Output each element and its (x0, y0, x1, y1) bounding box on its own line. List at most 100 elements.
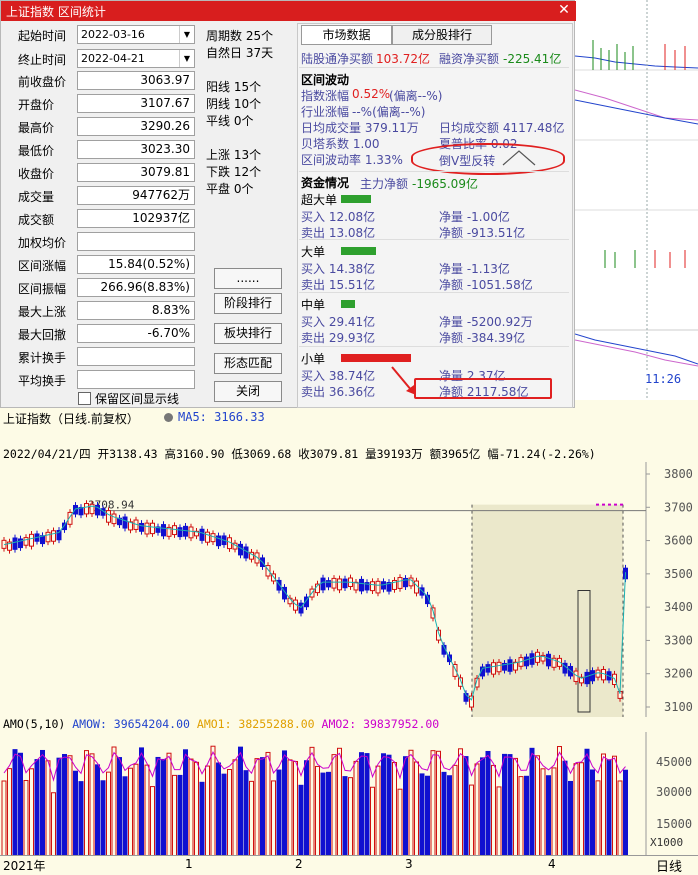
field-value: 3290.26 (77, 117, 195, 136)
candle-body (485, 664, 491, 673)
group-name: 大单 (301, 245, 326, 259)
volume-bar (430, 750, 436, 856)
volume-bar (375, 765, 381, 856)
intraday-panel: 11:26 (574, 0, 698, 400)
candle-body (298, 602, 304, 614)
field-label: 最低价 (18, 144, 55, 158)
volume-bar (111, 746, 117, 856)
y-tick-label: 3300 (664, 633, 693, 647)
volume-bar (513, 757, 518, 856)
month-2: 2 (295, 857, 303, 871)
candle-body (144, 522, 150, 535)
volume-bar (304, 760, 309, 856)
field-value: 15.84(0.52%) (77, 255, 195, 274)
candle-body (469, 695, 474, 708)
volume-chart[interactable]: 45000 30000 15000 (0, 732, 698, 856)
month-1: 1 (185, 857, 193, 871)
volume-bar (23, 780, 29, 856)
volume-bar (161, 758, 166, 856)
kline-chart[interactable]: 380037003600350034003300320031003708.94—… (0, 462, 698, 717)
tab-constituent-rank[interactable]: 成分股排行 (392, 25, 492, 45)
volume-bar (386, 754, 392, 856)
volume-bar (452, 764, 458, 856)
close-icon[interactable]: ✕ (556, 2, 572, 18)
volume-bar (287, 759, 293, 856)
yin-count: 阴线 10个 (206, 97, 262, 111)
tab-market-data[interactable]: 市场数据 (301, 25, 392, 45)
volume-bar (414, 761, 419, 856)
volume-bar (518, 776, 524, 856)
volume-bar (260, 757, 265, 856)
close-button[interactable]: 关闭 (214, 381, 282, 402)
highlight-box (414, 378, 552, 399)
volume-bar (199, 781, 205, 856)
candle-body (507, 659, 513, 672)
toggle-icon[interactable] (164, 413, 173, 422)
field-value: 266.96(8.83%) (77, 278, 195, 297)
candle-body (496, 661, 502, 673)
pattern-match-button[interactable]: 形态匹配 (214, 353, 282, 374)
volume-bar (194, 761, 199, 856)
volume-bar (271, 780, 276, 856)
volume-bar (276, 769, 282, 856)
divider (299, 346, 569, 347)
vol-amow: AMOW: 39654204.00 (72, 717, 190, 731)
index-change-label: 指数涨幅 (301, 89, 350, 103)
range-stats-dialog: 上证指数 区间统计 ✕ 起始时间 2022-03-16 ▼ 终止时间 2022-… (0, 0, 576, 408)
group-name: 小单 (301, 352, 326, 366)
period-label[interactable]: 日线 (656, 856, 682, 875)
chevron-down-icon[interactable]: ▼ (179, 26, 194, 43)
volume-bar (150, 786, 155, 856)
volume-bar (298, 784, 304, 856)
field-value (77, 347, 195, 366)
volume-bar (293, 760, 298, 856)
volume-bar (557, 746, 562, 856)
volume-bar (612, 755, 617, 856)
volume-bar (353, 760, 359, 856)
field-value (77, 232, 195, 251)
volume-bar (397, 788, 403, 856)
volume-bar (447, 775, 452, 856)
period-count: 周期数 25个 (206, 29, 274, 43)
group-name: 中单 (301, 298, 326, 312)
y-tick-label: 3100 (664, 700, 693, 714)
volume-bar (408, 749, 414, 856)
volume-bar (238, 746, 243, 856)
group-sell: 卖出 29.93亿 (301, 331, 376, 345)
volume-bar (183, 749, 188, 856)
stage-rank-button[interactable]: 阶段排行 (214, 293, 282, 314)
end-label: 终止时间 (18, 53, 67, 67)
candle-body (188, 526, 194, 539)
volume-bar (40, 749, 45, 856)
candle-body (84, 503, 89, 515)
sector-rank-button[interactable]: 板块排行 (214, 323, 282, 344)
volume-bar (342, 776, 348, 856)
volume-bar (337, 747, 342, 856)
volume-bar (579, 762, 584, 856)
volume-bar (12, 749, 18, 856)
dialog-titlebar[interactable]: 上证指数 区间统计 ✕ (1, 1, 576, 21)
end-date-picker[interactable]: 2022-04-21 ▼ (77, 49, 195, 68)
volume-bar (474, 763, 480, 856)
group-net-volume: 净量 -1.13亿 (439, 262, 510, 276)
candle-body (546, 653, 551, 667)
start-date-picker[interactable]: 2022-03-16 ▼ (77, 25, 195, 44)
y-tick-label: 3700 (664, 500, 693, 514)
volume-bar (573, 763, 579, 856)
more-button[interactable]: ...... (214, 268, 282, 289)
volume-bar (18, 752, 23, 856)
candle-body (326, 580, 331, 588)
volume-bar (7, 768, 12, 856)
intraday-chart (574, 0, 698, 400)
field-label: 最大上涨 (18, 305, 67, 319)
volume-bar (117, 757, 122, 856)
group-net-volume: 净量 -1.00亿 (439, 210, 510, 224)
volume-bar (480, 757, 485, 856)
main-net-value: -1965.09亿 (412, 177, 478, 191)
volume-bar (309, 746, 315, 856)
vol-tick-label: 15000 (656, 817, 692, 831)
keep-line-checkbox[interactable] (78, 392, 91, 405)
flat-close-count: 平盘 0个 (206, 182, 254, 196)
chevron-down-icon[interactable]: ▼ (179, 50, 194, 67)
candle-body (337, 578, 342, 591)
